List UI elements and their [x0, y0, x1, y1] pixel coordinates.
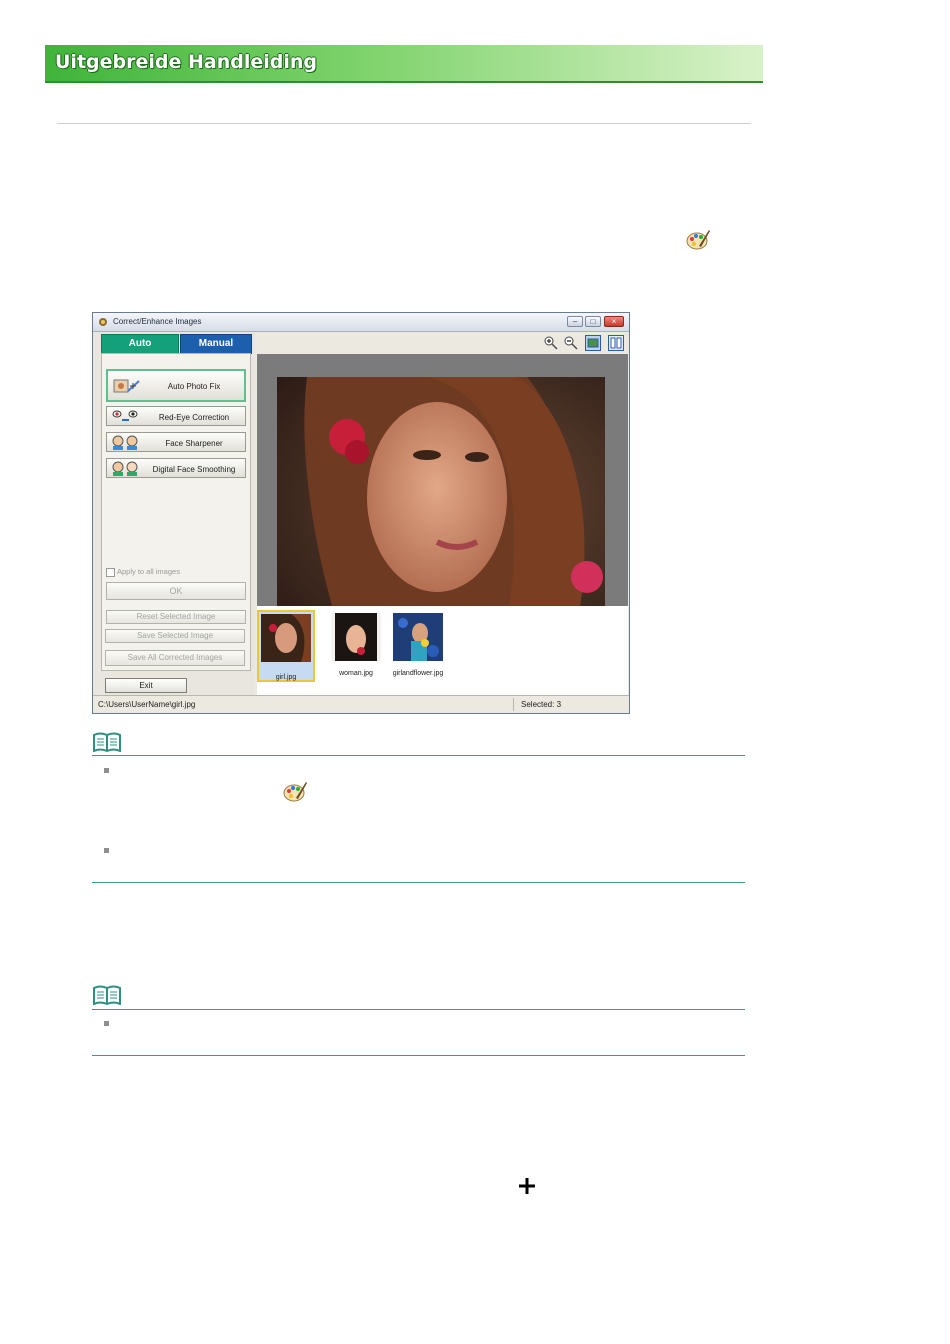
window-titlebar: Correct/Enhance Images – □ ×: [93, 313, 629, 332]
thumbnail-girlandflower[interactable]: girlandflower.jpg: [389, 610, 447, 682]
red-eye-correction-button[interactable]: Red-Eye Correction: [106, 406, 246, 426]
digital-face-smoothing-label: Digital Face Smoothing: [152, 465, 236, 474]
header-banner: Uitgebreide Handleiding: [45, 45, 763, 83]
save-selected-image-button[interactable]: Save Selected Image: [105, 629, 245, 643]
book-note-icon: [93, 985, 121, 1005]
plus-icon: [519, 1178, 535, 1194]
face-sharpener-icon: [112, 435, 138, 450]
preview-photo: [277, 377, 605, 623]
face-sharpener-button[interactable]: Face Sharpener: [106, 432, 246, 452]
header-divider: [57, 123, 751, 124]
tab-manual[interactable]: Manual: [180, 334, 252, 354]
auto-photo-fix-label: Auto Photo Fix: [167, 382, 221, 391]
compare-view-icon[interactable]: [608, 335, 624, 351]
thumbnail-caption: girl.jpg: [275, 674, 297, 681]
zoom-out-icon[interactable]: [563, 335, 579, 351]
whole-image-view-icon[interactable]: [585, 335, 601, 351]
thumbnail-strip: girl.jpg woman.jpg girlandflower.jpg: [257, 606, 628, 696]
thumbnail-caption: girlandflower.jpg: [392, 670, 444, 677]
tab-auto[interactable]: Auto: [101, 334, 179, 354]
note-divider: [92, 1009, 745, 1010]
reset-selected-image-button[interactable]: Reset Selected Image: [106, 610, 246, 624]
image-preview[interactable]: [257, 354, 628, 623]
thumbnail-woman[interactable]: woman.jpg: [327, 610, 385, 682]
red-eye-icon: [112, 410, 138, 421]
window-title: Correct/Enhance Images: [113, 317, 202, 326]
note-bullet: [104, 848, 109, 853]
digital-face-smoothing-button[interactable]: Digital Face Smoothing: [106, 458, 246, 478]
correct-enhance-window: Correct/Enhance Images – □ × Auto Manual…: [92, 312, 630, 714]
note-bullet: [104, 768, 109, 773]
thumbnail-image: [261, 614, 311, 662]
minimize-button[interactable]: –: [567, 316, 583, 327]
face-smoothing-icon: [112, 461, 138, 476]
right-panel: girl.jpg woman.jpg girlandflower.jpg: [257, 332, 628, 696]
apply-all-checkbox[interactable]: Apply to all images: [106, 567, 180, 577]
note-bullet: [104, 1021, 109, 1026]
palette-icon: [283, 782, 307, 802]
auto-panel: Auto Photo Fix Red-Eye Correction Face S…: [101, 353, 251, 671]
left-panel: Auto Manual Auto Photo Fix Red-Eye Corre…: [93, 332, 255, 696]
thumbnail-image: [393, 613, 443, 661]
zoom-in-icon[interactable]: [543, 335, 559, 351]
thumbnail-image: [331, 613, 381, 661]
preview-toolbar: [257, 332, 628, 354]
close-button[interactable]: ×: [604, 316, 624, 327]
note-divider: [92, 882, 745, 883]
note-divider: [92, 755, 745, 756]
status-separator: [513, 698, 514, 711]
save-all-corrected-images-button[interactable]: Save All Corrected Images: [105, 650, 245, 666]
thumbnail-girl[interactable]: girl.jpg: [257, 610, 315, 682]
status-selected-count: Selected: 3: [521, 700, 562, 709]
app-icon: [99, 318, 107, 326]
face-sharpener-label: Face Sharpener: [165, 439, 223, 448]
status-bar: C:\Users\UserName\girl.jpg Selected: 3: [93, 695, 629, 713]
maximize-button[interactable]: □: [585, 316, 601, 327]
ok-button[interactable]: OK: [106, 582, 246, 600]
red-eye-correction-label: Red-Eye Correction: [158, 413, 230, 422]
status-file-path: C:\Users\UserName\girl.jpg: [98, 700, 196, 709]
book-note-icon: [93, 732, 121, 752]
palette-icon: [686, 230, 710, 250]
auto-photo-fix-button[interactable]: Auto Photo Fix: [106, 369, 246, 402]
auto-photo-fix-icon: [113, 379, 140, 393]
checkbox-box[interactable]: [106, 567, 115, 577]
apply-all-label: Apply to all images: [117, 567, 180, 576]
note-divider: [92, 1055, 745, 1056]
exit-button[interactable]: Exit: [105, 678, 187, 693]
manual-title: Uitgebreide Handleiding: [55, 51, 317, 73]
